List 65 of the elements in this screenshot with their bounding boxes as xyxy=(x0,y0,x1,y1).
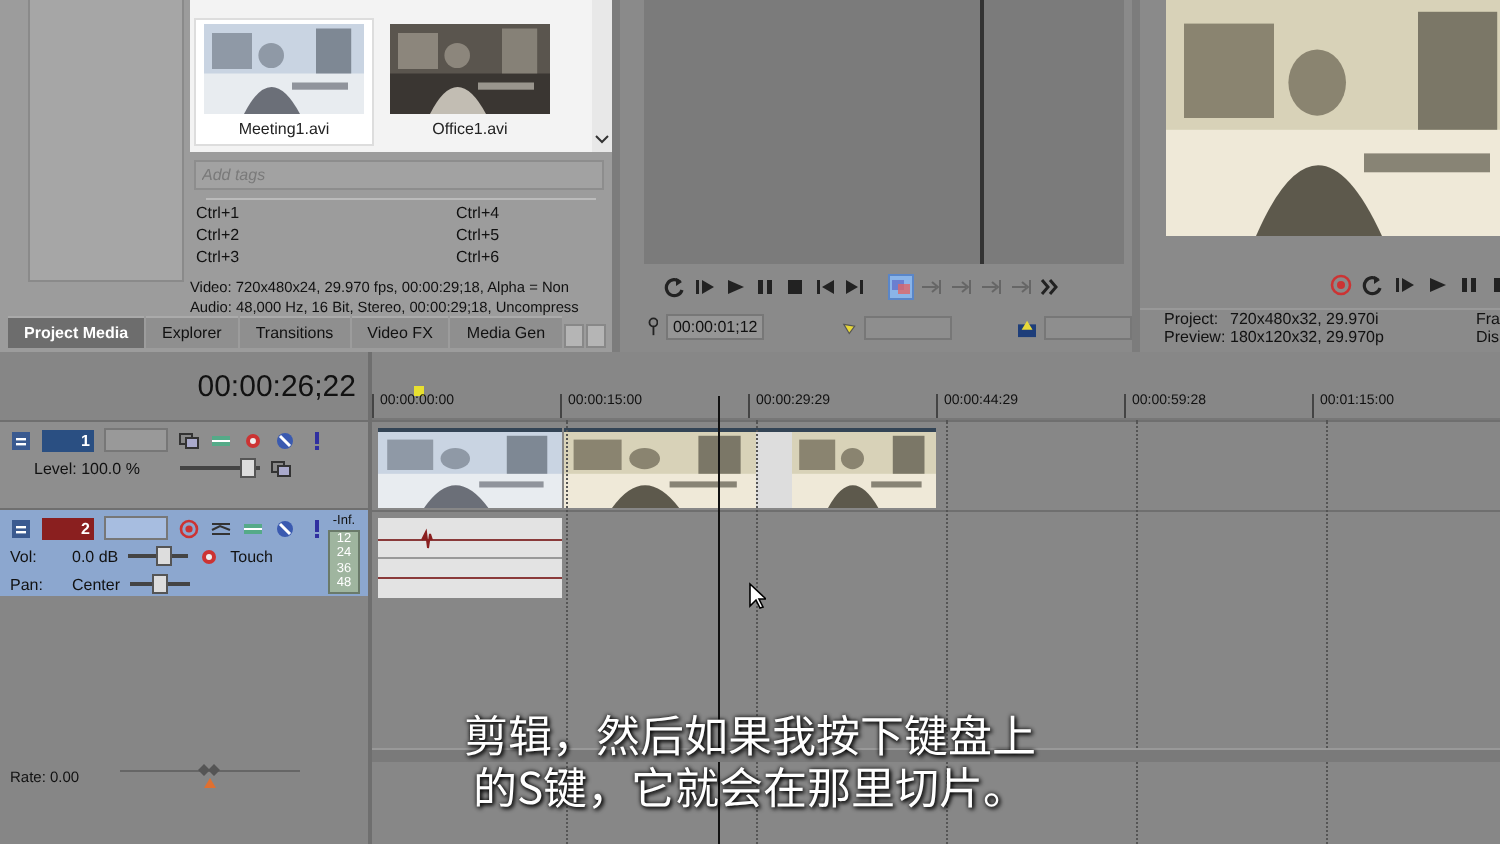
file-name: Meeting1.avi xyxy=(238,120,330,138)
slider-thumb[interactable] xyxy=(152,574,169,594)
track-header[interactable]: 1 Level: 100.0 % xyxy=(0,420,368,508)
play-icon[interactable] xyxy=(724,275,746,297)
vol-label: Vol: xyxy=(10,547,39,565)
more-icon[interactable] xyxy=(1040,275,1062,297)
slider-thumb[interactable] xyxy=(239,458,256,478)
pause-icon[interactable] xyxy=(754,275,776,297)
bypass-icon[interactable] xyxy=(274,517,296,539)
play-icon[interactable] xyxy=(1426,273,1448,295)
mouse-cursor-icon xyxy=(748,582,766,610)
previous-icon[interactable] xyxy=(814,275,836,297)
pin-icon[interactable] xyxy=(648,316,659,338)
info-value: 180x120x32, 29.970p xyxy=(1230,328,1386,346)
track-number: 2 xyxy=(42,517,94,539)
stop-icon[interactable] xyxy=(784,275,806,297)
track-name-field[interactable] xyxy=(104,428,168,452)
info-label: Preview: xyxy=(1164,328,1228,346)
shortcut-label: Ctrl+1 xyxy=(196,204,242,222)
in-marker-icon[interactable] xyxy=(841,319,856,335)
shortcut-label: Ctrl+3 xyxy=(196,248,242,266)
panel-tab[interactable]: Explorer xyxy=(146,316,238,348)
scrollbar[interactable] xyxy=(592,0,612,152)
slider-thumb[interactable] xyxy=(156,546,173,566)
loop-icon[interactable] xyxy=(1362,273,1384,295)
pan-label: Pan: xyxy=(10,575,45,593)
track-minimize-icon[interactable] xyxy=(10,517,32,539)
panel-tab[interactable]: Transitions xyxy=(239,316,350,348)
automation-mode[interactable]: Touch xyxy=(230,547,273,565)
panel-tab[interactable]: Video FX xyxy=(351,316,449,348)
track-minimize-icon[interactable] xyxy=(10,429,32,451)
shortcut-label: Ctrl+4 xyxy=(456,204,502,222)
timecode: 00:00:26;22 xyxy=(197,369,356,403)
panel-tab[interactable]: Media Gen xyxy=(450,316,562,348)
vol-value: 0.0 dB xyxy=(72,547,119,565)
file-name: Office1.avi xyxy=(432,120,508,138)
slider-thumb[interactable] xyxy=(195,762,224,790)
pause-icon[interactable] xyxy=(1458,273,1480,295)
out-marker-icon[interactable] xyxy=(1018,317,1037,337)
compositing-icon[interactable] xyxy=(178,429,200,451)
media-thumbnail[interactable]: Meeting1.avi xyxy=(196,20,372,144)
audio-clip[interactable] xyxy=(378,518,562,598)
panel-tab[interactable]: Project Media xyxy=(8,316,145,348)
next-icon[interactable] xyxy=(844,275,866,297)
shortcut-label: Ctrl+2 xyxy=(196,226,242,244)
timecode-field[interactable]: 00:00:01;12 xyxy=(666,314,764,340)
track-number: 1 xyxy=(42,429,94,451)
subtitle: 的S键，它就会在那里切片。 xyxy=(472,760,1028,812)
play-from-start-icon[interactable] xyxy=(694,275,716,297)
media-thumbnail[interactable]: Office1.avi xyxy=(382,20,558,144)
bypass-icon[interactable] xyxy=(274,429,296,451)
level-label: Level: 100.0 % xyxy=(34,459,140,477)
loop-icon[interactable] xyxy=(664,275,686,297)
marker-icon[interactable] xyxy=(414,386,424,396)
info-label: Project: xyxy=(1164,310,1221,328)
shortcut-label: Ctrl+6 xyxy=(456,248,502,266)
info-label: Fra xyxy=(1476,310,1500,328)
compositing-icon[interactable] xyxy=(269,457,292,479)
video-clip[interactable] xyxy=(564,428,936,508)
info-value: 720x480x32, 29.970i xyxy=(1230,310,1381,328)
pan-value: Center xyxy=(72,575,121,593)
track-name-field[interactable] xyxy=(104,516,168,540)
info-label: Dis xyxy=(1476,328,1500,346)
play-from-start-icon[interactable] xyxy=(1394,273,1416,295)
shortcut-label: Ctrl+5 xyxy=(456,226,502,244)
